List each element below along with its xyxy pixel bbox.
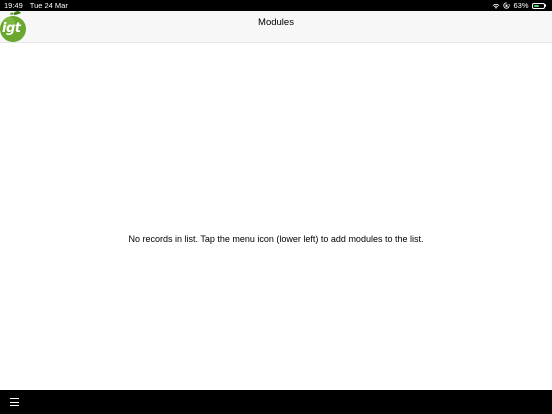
menu-line: [10, 401, 19, 403]
orientation-lock-icon: [503, 2, 511, 9]
status-right: 63%: [492, 0, 546, 11]
battery-icon: [531, 2, 546, 9]
status-date: Tue 24 Mar: [29, 1, 68, 10]
page-title: Modules: [258, 17, 294, 28]
wifi-icon: [492, 3, 500, 9]
status-left: 19:49 Tue 24 Mar: [4, 0, 68, 11]
header: igt Modules: [0, 11, 552, 43]
hamburger-menu-icon[interactable]: [4, 393, 24, 411]
status-bar: 19:49 Tue 24 Mar 63%: [0, 0, 552, 11]
app-screen: 19:49 Tue 24 Mar 63% igt Modules No reco…: [0, 0, 552, 414]
menu-line: [10, 398, 19, 400]
module-list: No records in list. Tap the menu icon (l…: [0, 43, 552, 390]
battery-body: [531, 2, 545, 9]
battery-percent: 63%: [513, 1, 529, 10]
status-time: 19:49: [4, 1, 23, 10]
battery-fill: [533, 4, 540, 7]
bottom-toolbar: [0, 390, 552, 414]
menu-line: [10, 405, 19, 407]
battery-cap: [544, 4, 546, 7]
empty-list-message: No records in list. Tap the menu icon (l…: [128, 234, 424, 244]
